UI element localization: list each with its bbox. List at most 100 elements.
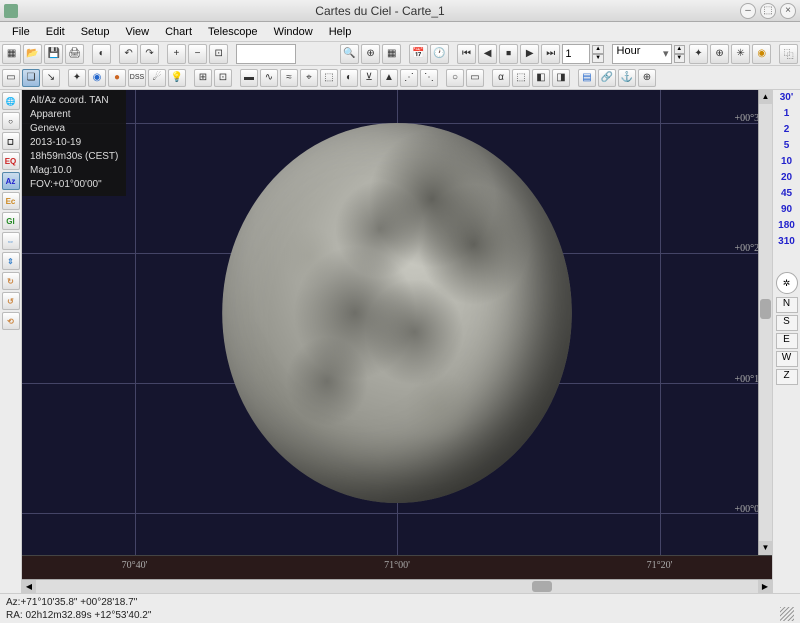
night-vision-button[interactable]: ◐ bbox=[92, 44, 111, 64]
cascade-windows-button[interactable]: ⿻ bbox=[779, 44, 798, 64]
scroll-down-arrow[interactable]: ▼ bbox=[759, 541, 772, 555]
rotate-reset-button[interactable]: ⟲ bbox=[2, 312, 20, 330]
nebulae-button[interactable]: ◉ bbox=[88, 69, 106, 87]
scroll-up-arrow[interactable]: ▲ bbox=[759, 90, 772, 104]
planets-button[interactable]: ● bbox=[108, 69, 126, 87]
time-unit-select[interactable]: Hour bbox=[612, 44, 672, 64]
menu-help[interactable]: Help bbox=[321, 24, 360, 40]
dir-s-button[interactable]: S bbox=[776, 315, 798, 331]
fov-10-button[interactable]: 10 bbox=[775, 156, 799, 172]
slash1-button[interactable]: ⋰ bbox=[400, 69, 418, 87]
horizontal-scrollbar[interactable]: ◀ ▶ bbox=[22, 579, 772, 593]
fov-5-button[interactable]: 5 bbox=[775, 140, 799, 156]
circle-icon[interactable]: ○ bbox=[2, 112, 20, 130]
close-button[interactable]: × bbox=[780, 3, 796, 19]
resize-grip[interactable] bbox=[780, 607, 794, 621]
flip-v-button[interactable]: ⇕ bbox=[2, 252, 20, 270]
alpha-button[interactable]: α bbox=[492, 69, 510, 87]
redo-button[interactable]: ↷ bbox=[140, 44, 159, 64]
telescope-connect-button[interactable]: ◉ bbox=[752, 44, 771, 64]
scroll-thumb[interactable] bbox=[760, 299, 771, 319]
time-first-button[interactable]: ⏮ bbox=[457, 44, 476, 64]
flip-h-button[interactable]: ⇔ bbox=[2, 232, 20, 250]
telescope-sync-button[interactable]: ✦ bbox=[689, 44, 708, 64]
az-grid-button[interactable]: ⊡ bbox=[214, 69, 232, 87]
menu-edit[interactable]: Edit bbox=[38, 24, 73, 40]
menu-setup[interactable]: Setup bbox=[73, 24, 118, 40]
undo-button[interactable]: ↶ bbox=[119, 44, 138, 64]
save-button[interactable]: 💾 bbox=[44, 44, 63, 64]
time-unit-spinner[interactable]: ▲▼ bbox=[674, 45, 685, 63]
coord-eq-button[interactable]: EQ bbox=[2, 152, 20, 170]
cursor-button[interactable]: ▭ bbox=[2, 69, 20, 87]
vertical-scrollbar[interactable]: ▲ ▼ bbox=[758, 90, 772, 555]
fov-1-button[interactable]: 1 bbox=[775, 108, 799, 124]
horizon-button[interactable]: ▬ bbox=[240, 69, 258, 87]
ccd-button[interactable]: ▭ bbox=[466, 69, 484, 87]
center-button[interactable]: ⊕ bbox=[361, 44, 380, 64]
dir-e-button[interactable]: E bbox=[776, 333, 798, 349]
calendar-button[interactable]: 📅 bbox=[409, 44, 428, 64]
contrast-button[interactable]: ◨ bbox=[552, 69, 570, 87]
time-back-button[interactable]: ◀ bbox=[478, 44, 497, 64]
menu-telescope[interactable]: Telescope bbox=[200, 24, 266, 40]
scroll-right-arrow[interactable]: ▶ bbox=[758, 580, 772, 593]
scroll-left-arrow[interactable]: ◀ bbox=[22, 580, 36, 593]
zoom-fit-button[interactable]: ⊡ bbox=[209, 44, 228, 64]
menu-view[interactable]: View bbox=[117, 24, 157, 40]
fov-30m-button[interactable]: 30' bbox=[775, 92, 799, 108]
moon-object[interactable] bbox=[222, 123, 572, 503]
mosaic-button[interactable]: ⊕ bbox=[638, 69, 656, 87]
scale-button[interactable]: ⊻ bbox=[360, 69, 378, 87]
galactic-button[interactable]: ≈ bbox=[280, 69, 298, 87]
time-step-input[interactable] bbox=[562, 44, 590, 64]
fov-45-button[interactable]: 45 bbox=[775, 188, 799, 204]
eq-grid-button[interactable]: ⊞ bbox=[194, 69, 212, 87]
menu-window[interactable]: Window bbox=[266, 24, 321, 40]
menu-file[interactable]: File bbox=[4, 24, 38, 40]
fov-2-button[interactable]: 2 bbox=[775, 124, 799, 140]
zoom-in-button[interactable]: + bbox=[167, 44, 186, 64]
sky-chart[interactable]: +00°30' +00°20' +00°10' +00°00' Alt/Az c… bbox=[22, 90, 772, 555]
labels-button[interactable]: ⬚ bbox=[512, 69, 530, 87]
time-stop-button[interactable]: ⏹ bbox=[499, 44, 518, 64]
coord-ec-button[interactable]: Ec bbox=[2, 192, 20, 210]
rotate-cw-button[interactable]: ↻ bbox=[2, 272, 20, 290]
square-icon[interactable]: ◻ bbox=[2, 132, 20, 150]
eyepiece-button[interactable]: ○ bbox=[446, 69, 464, 87]
const-lines-button[interactable]: ⌖ bbox=[300, 69, 318, 87]
time-play-button[interactable]: ▶ bbox=[520, 44, 539, 64]
time-last-button[interactable]: ⏭ bbox=[541, 44, 560, 64]
zoom-out-button[interactable]: − bbox=[188, 44, 207, 64]
label-button[interactable]: ❏ bbox=[22, 69, 40, 87]
gradient-button[interactable]: ◧ bbox=[532, 69, 550, 87]
bulb-button[interactable]: 💡 bbox=[168, 69, 186, 87]
fov-180-button[interactable]: 180 bbox=[775, 220, 799, 236]
compass-button[interactable]: ▲ bbox=[380, 69, 398, 87]
const-bounds-button[interactable]: ⬚ bbox=[320, 69, 338, 87]
fov-20-button[interactable]: 20 bbox=[775, 172, 799, 188]
dss-button[interactable]: DSS bbox=[128, 69, 146, 87]
slash2-button[interactable]: ⋱ bbox=[420, 69, 438, 87]
coord-az-button[interactable]: Az bbox=[2, 172, 20, 190]
stars-button[interactable]: ✦ bbox=[68, 69, 86, 87]
milkyway-button[interactable]: ◐ bbox=[340, 69, 358, 87]
catalog-button[interactable]: ▤ bbox=[578, 69, 596, 87]
open-button[interactable]: 📂 bbox=[23, 44, 42, 64]
minimize-button[interactable]: – bbox=[740, 3, 756, 19]
new-chart-button[interactable]: ▦ bbox=[2, 44, 21, 64]
distance-button[interactable]: ↘ bbox=[42, 69, 60, 87]
dir-w-button[interactable]: W bbox=[776, 351, 798, 367]
coord-gl-button[interactable]: Gl bbox=[2, 212, 20, 230]
ecliptic-button[interactable]: ∿ bbox=[260, 69, 278, 87]
search-input[interactable] bbox=[236, 44, 296, 64]
time-button[interactable]: 🕐 bbox=[430, 44, 449, 64]
lines-button[interactable]: ☄ bbox=[148, 69, 166, 87]
maximize-button[interactable]: ⬚ bbox=[760, 3, 776, 19]
rotate-ccw-button[interactable]: ↺ bbox=[2, 292, 20, 310]
fov-310-button[interactable]: 310 bbox=[775, 236, 799, 252]
anchor-button[interactable]: ⚓ bbox=[618, 69, 636, 87]
fov-90-button[interactable]: 90 bbox=[775, 204, 799, 220]
grid-lines-button[interactable]: ▦ bbox=[382, 44, 401, 64]
compass-rose-icon[interactable]: ✲ bbox=[776, 272, 798, 294]
